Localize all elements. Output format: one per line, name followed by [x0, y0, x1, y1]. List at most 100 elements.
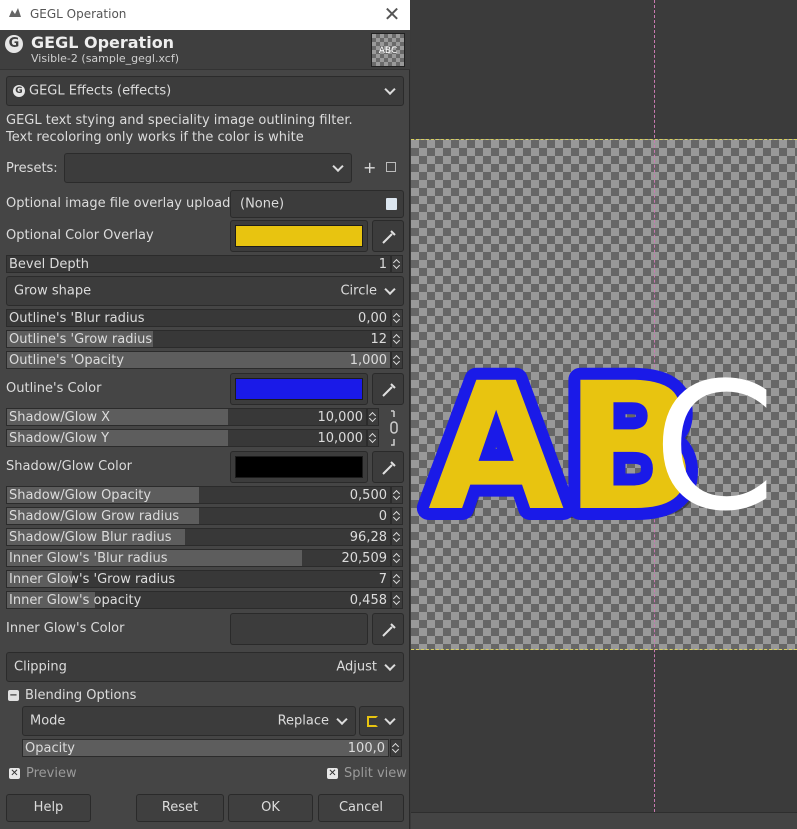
inner-blur-slider[interactable]: Inner Glow's 'Blur radius 20,509: [6, 549, 391, 567]
color-picker-icon: [382, 383, 396, 397]
preview-label: Preview: [26, 766, 77, 781]
bevel-depth-spin[interactable]: [391, 255, 403, 273]
clipping-value: Adjust: [336, 659, 377, 675]
layer-thumbnail: ABC: [371, 33, 405, 67]
shadow-y-value: 10,000: [317, 431, 364, 446]
shadow-opacity-slider[interactable]: Shadow/Glow Opacity 0,500: [6, 486, 391, 504]
inner-opacity-spin[interactable]: [391, 591, 403, 609]
outline-blur-spin[interactable]: [391, 309, 403, 327]
overlay-file-chooser[interactable]: (None): [230, 190, 404, 218]
color-overlay-label: Optional Color Overlay: [6, 228, 154, 243]
shadow-grow-label: Shadow/Glow Grow radius: [9, 509, 180, 524]
operation-select-value: GEGL Effects (effects): [29, 83, 172, 99]
gegl-operation-dialog: GEGL Operation ✕ G GEGL Operation Visibl…: [0, 0, 410, 829]
color-picker-icon: [382, 461, 396, 475]
outline-color-picker[interactable]: [372, 373, 404, 405]
description-line-1: GEGL text stying and speciality image ou…: [6, 113, 353, 128]
inner-opacity-slider[interactable]: Inner Glow's opacity 0,458: [6, 591, 391, 609]
text-c: C: [653, 345, 776, 550]
close-icon[interactable]: ✕: [380, 2, 404, 26]
blending-collapse-icon[interactable]: −: [8, 690, 19, 701]
inner-blur-value: 20,509: [341, 551, 388, 566]
split-view-checkbox[interactable]: ✕: [327, 768, 338, 779]
reset-button[interactable]: Reset: [136, 794, 224, 822]
outline-blur-value: 0,00: [358, 311, 387, 326]
add-preset-icon[interactable]: +: [363, 158, 376, 177]
chain-link-icon[interactable]: [389, 409, 399, 451]
blend-opacity-label: Opacity: [25, 741, 76, 756]
color-overlay-swatch: [235, 225, 363, 247]
outline-opacity-spin[interactable]: [391, 351, 403, 369]
bevel-depth-value: 1: [378, 257, 387, 272]
chevron-down-icon: [332, 160, 344, 173]
shadow-y-slider[interactable]: Shadow/Glow Y 10,000: [6, 429, 367, 447]
blend-opacity-spin[interactable]: [390, 739, 402, 757]
shadow-color-picker[interactable]: [372, 451, 404, 483]
inner-color-picker[interactable]: [372, 613, 404, 645]
shadow-color-button[interactable]: [230, 451, 368, 483]
inner-opacity-value: 0,458: [349, 593, 387, 608]
outline-grow-label: Outline's 'Grow radius: [9, 332, 153, 347]
overlay-upload-label: Optional image file overlay upload: [6, 196, 231, 211]
chevron-down-icon: [384, 83, 396, 96]
outline-blur-label: Outline's 'Blur radius: [9, 311, 145, 326]
shadow-grow-slider[interactable]: Shadow/Glow Grow radius 0: [6, 507, 391, 525]
outline-blur-slider[interactable]: Outline's 'Blur radius 0,00: [6, 309, 391, 327]
grow-shape-select[interactable]: Grow shape Circle: [6, 276, 404, 306]
shadow-y-label: Shadow/Glow Y: [9, 431, 110, 446]
chevron-down-icon: [336, 713, 348, 726]
inner-blur-spin[interactable]: [391, 549, 403, 567]
inner-color-label: Inner Glow's Color: [6, 621, 125, 636]
inner-color-swatch: [235, 618, 363, 640]
inner-grow-spin[interactable]: [391, 570, 403, 588]
chevron-down-icon: [384, 713, 396, 726]
bevel-depth-slider[interactable]: Bevel Depth 1: [6, 255, 391, 273]
header-title: GEGL Operation: [31, 33, 175, 52]
outline-opacity-slider[interactable]: Outline's 'Opacity 1,000: [6, 351, 391, 369]
file-icon: [386, 198, 397, 210]
ok-button[interactable]: OK: [228, 794, 313, 822]
outline-grow-slider[interactable]: Outline's 'Grow radius 12: [6, 330, 391, 348]
outline-color-button[interactable]: [230, 373, 368, 405]
blend-mode-select[interactable]: Mode Replace: [22, 706, 356, 736]
composite-mode-select[interactable]: [359, 706, 404, 736]
preview-checkbox[interactable]: ✕: [9, 768, 20, 779]
shadow-x-slider[interactable]: Shadow/Glow X 10,000: [6, 408, 367, 426]
canvas-text-preview: AB AB AB C: [416, 333, 776, 560]
operation-select[interactable]: G GEGL Effects (effects): [6, 76, 404, 106]
window-title: GEGL Operation: [30, 7, 127, 21]
shadow-opacity-spin[interactable]: [391, 486, 403, 504]
shadow-grow-spin[interactable]: [391, 507, 403, 525]
outline-grow-spin[interactable]: [391, 330, 403, 348]
blend-opacity-slider[interactable]: Opacity 100,0: [22, 739, 389, 757]
chevron-down-icon: [384, 283, 396, 296]
shadow-blur-spin[interactable]: [391, 528, 403, 546]
cancel-button[interactable]: Cancel: [318, 794, 404, 822]
preset-menu-icon[interactable]: [386, 162, 396, 172]
dialog-header: G GEGL Operation Visible-2 (sample_gegl.…: [0, 30, 410, 70]
horizontal-scrollbar[interactable]: [411, 812, 797, 829]
shadow-x-value: 10,000: [317, 410, 364, 425]
clipping-label: Clipping: [14, 659, 67, 675]
inner-color-button[interactable]: [230, 613, 368, 645]
grow-shape-label: Grow shape: [14, 283, 92, 299]
gegl-icon: G: [5, 35, 23, 53]
shadow-x-label: Shadow/Glow X: [9, 410, 110, 425]
composite-mode-icon: [367, 716, 378, 727]
shadow-x-spin[interactable]: [367, 408, 379, 426]
presets-select[interactable]: [64, 153, 352, 183]
inner-grow-slider[interactable]: Inner Glow's 'Grow radius 7: [6, 570, 391, 588]
color-overlay-button[interactable]: [230, 220, 368, 252]
color-overlay-picker[interactable]: [372, 220, 404, 252]
shadow-color-label: Shadow/Glow Color: [6, 459, 133, 474]
outline-opacity-value: 1,000: [349, 353, 387, 368]
presets-label: Presets:: [6, 161, 58, 176]
shadow-opacity-label: Shadow/Glow Opacity: [9, 488, 152, 503]
clipping-select[interactable]: Clipping Adjust: [6, 652, 404, 682]
help-button[interactable]: Help: [6, 794, 91, 822]
shadow-color-swatch: [235, 456, 363, 478]
gimp-wilber-icon: [8, 7, 22, 23]
shadow-blur-slider[interactable]: Shadow/Glow Blur radius 96,28: [6, 528, 391, 546]
color-picker-icon: [382, 230, 396, 244]
shadow-y-spin[interactable]: [367, 429, 379, 447]
